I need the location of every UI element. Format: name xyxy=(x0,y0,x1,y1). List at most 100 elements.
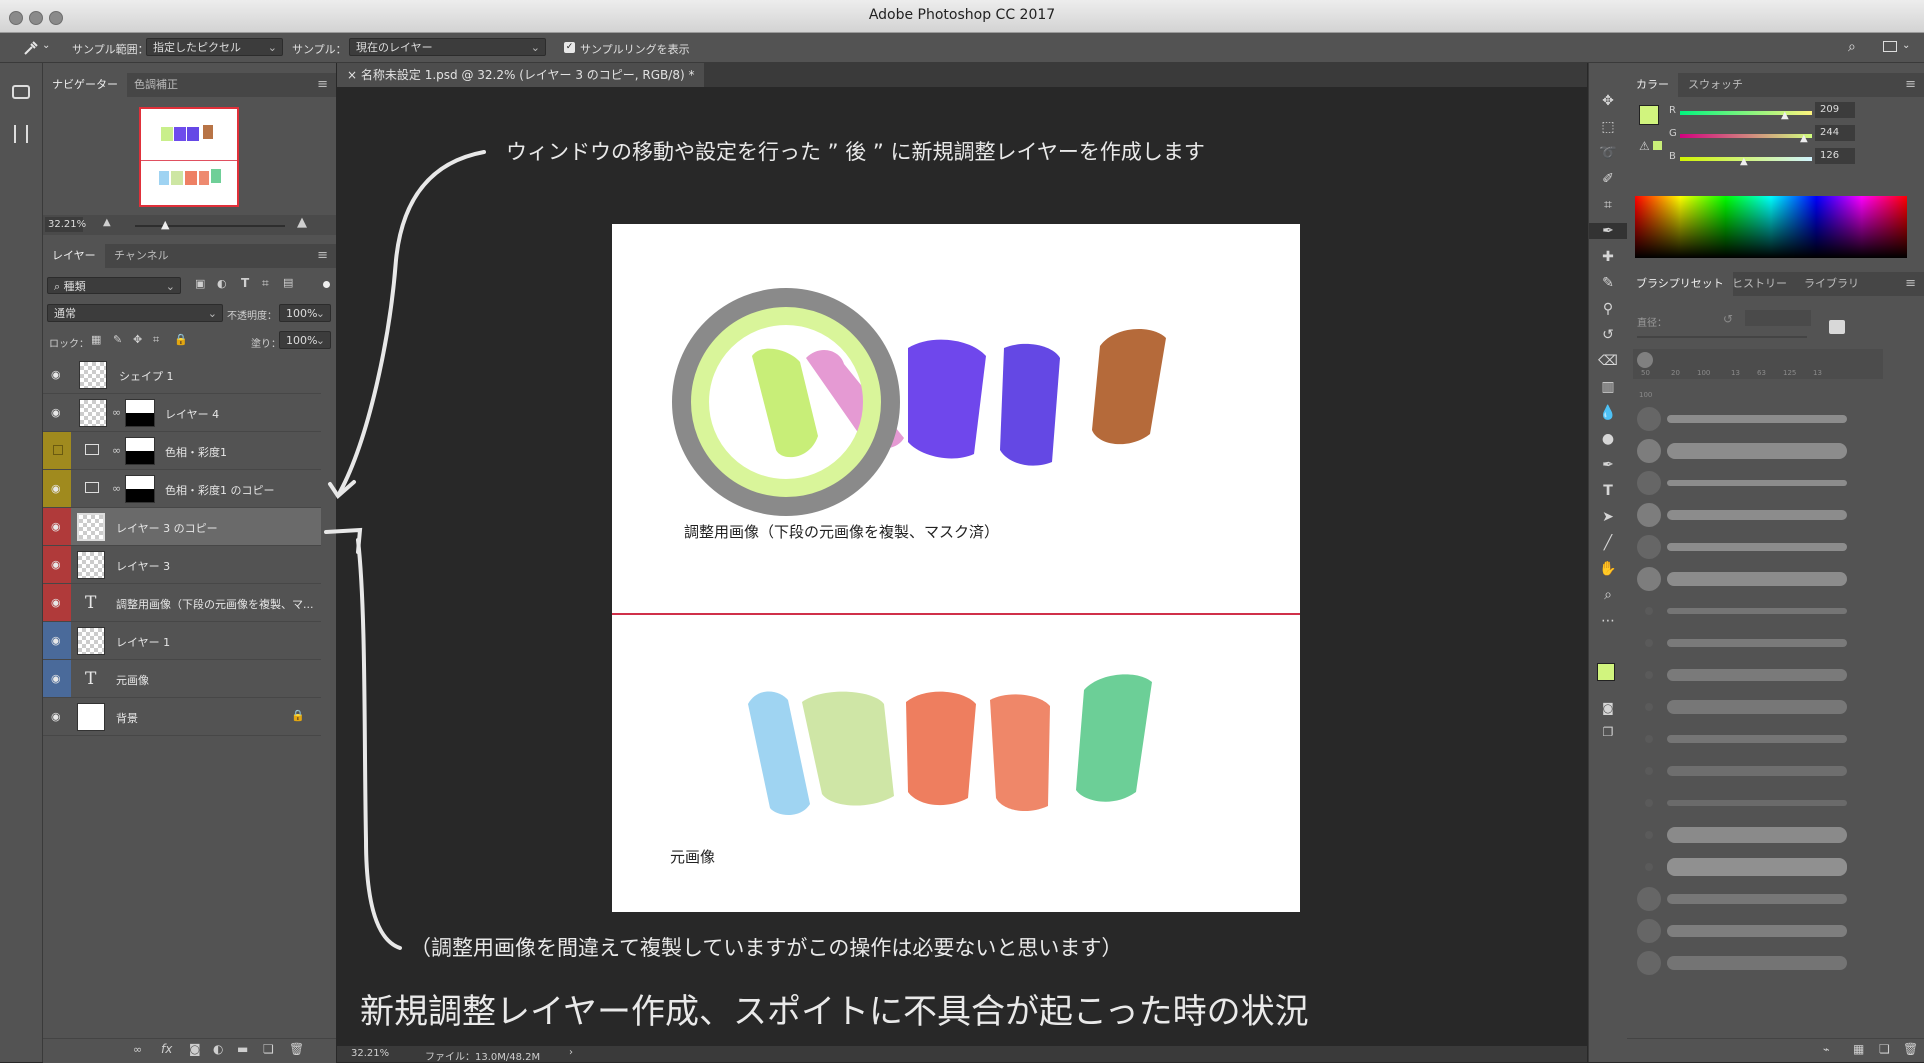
brush-preset-row[interactable] xyxy=(1627,883,1924,915)
tab-color[interactable]: カラー xyxy=(1627,73,1678,97)
tab-libraries[interactable]: ライブラリ xyxy=(1795,272,1868,296)
panel-menu-icon[interactable]: ≡ xyxy=(317,77,328,92)
sample-select[interactable]: 現在のレイヤー ⌄ xyxy=(349,38,546,56)
b-slider-thumb[interactable]: ▲ xyxy=(1740,156,1748,167)
blend-mode-select[interactable]: 通常 ⌄ xyxy=(47,304,223,322)
blur-tool-icon[interactable]: 💧 xyxy=(1589,405,1627,421)
g-slider[interactable] xyxy=(1680,134,1812,138)
visibility-eye-icon[interactable]: ◉ xyxy=(51,406,61,419)
r-value[interactable]: 209 xyxy=(1815,102,1855,118)
link-chain-icon[interactable]: ∞ xyxy=(112,406,121,419)
filter-type-icon[interactable]: T xyxy=(241,276,249,290)
quick-select-tool-icon[interactable]: ✐ xyxy=(1589,171,1627,187)
g-slider-thumb[interactable]: ▲ xyxy=(1800,133,1808,144)
filter-adjustment-icon[interactable]: ◐ xyxy=(217,277,227,290)
trash-icon[interactable]: 🗑 xyxy=(1903,1042,1918,1056)
new-brush-icon[interactable]: ❏ xyxy=(1879,1042,1890,1056)
r-slider-thumb[interactable]: ▲ xyxy=(1781,110,1789,121)
layer-row-layer3[interactable]: ◉ レイヤー 3 xyxy=(43,546,321,584)
zoom-slider-thumb[interactable]: ▲ xyxy=(161,218,169,231)
crop-tool-icon[interactable]: ⌗ xyxy=(1589,197,1627,213)
diameter-field[interactable] xyxy=(1745,310,1811,326)
eyedropper-tool-icon[interactable]: ✒ xyxy=(1589,223,1627,239)
layer-mask-thumbnail[interactable] xyxy=(125,399,155,427)
marquee-tool-icon[interactable]: ⬚ xyxy=(1589,119,1627,135)
link-chain-icon[interactable]: ∞ xyxy=(112,444,121,457)
visibility-eye-icon[interactable]: ◉ xyxy=(51,634,61,647)
diameter-slider[interactable] xyxy=(1637,336,1807,338)
chevron-right-icon[interactable]: › xyxy=(569,1047,573,1058)
brush-preset-row[interactable] xyxy=(1627,563,1924,595)
document-canvas[interactable]: 調整用画像（下段の元画像を複製、マスク済） 元画像 xyxy=(612,224,1300,912)
move-tool-icon[interactable]: ✥ xyxy=(1589,93,1627,109)
tab-channels[interactable]: チャンネル xyxy=(105,244,178,268)
adjustment-layer-icon[interactable]: ◐ xyxy=(213,1042,223,1056)
brush-preset-row[interactable] xyxy=(1627,755,1924,787)
brush-preset-row[interactable] xyxy=(1627,403,1924,435)
visibility-eye-icon[interactable]: ◉ xyxy=(51,710,61,723)
color-spectrum[interactable] xyxy=(1635,196,1907,258)
zoom-out-icon[interactable]: ▲ xyxy=(103,217,111,228)
quick-mask-icon[interactable]: ◙ xyxy=(1589,701,1627,715)
brush-tip[interactable] xyxy=(1637,352,1653,368)
layer-mask-thumbnail[interactable] xyxy=(125,437,155,465)
layer-mask-thumbnail[interactable] xyxy=(125,475,155,503)
brush-preset-row[interactable] xyxy=(1627,659,1924,691)
type-tool-icon[interactable]: T xyxy=(1589,483,1627,499)
brush-preset-row[interactable] xyxy=(1627,595,1924,627)
gradient-tool-icon[interactable]: ▥ xyxy=(1589,379,1627,395)
layer-row-layer1[interactable]: ◉ レイヤー 1 xyxy=(43,622,321,660)
link-layers-icon[interactable]: ∞ xyxy=(133,1043,142,1056)
workspace-icon[interactable] xyxy=(1883,41,1897,52)
layer-row-shape1[interactable]: ◉ シェイプ 1 xyxy=(43,356,321,394)
g-value[interactable]: 244 xyxy=(1815,125,1855,141)
visibility-eye-icon[interactable]: ◉ xyxy=(51,520,61,533)
tab-layers[interactable]: レイヤー xyxy=(43,244,105,268)
layer-row-hue-sat1-copy[interactable]: ◉ ∞ 色相・彩度1 のコピー xyxy=(43,470,321,508)
brush-preset-row[interactable] xyxy=(1627,435,1924,467)
pen-tool-icon[interactable]: ✒ xyxy=(1589,457,1627,473)
reset-icon[interactable]: ↺ xyxy=(1723,312,1733,326)
chevron-down-icon[interactable]: ⌄ xyxy=(42,40,50,51)
layer-row-adjust-text[interactable]: ◉ T 調整用画像（下段の元画像を複製、マ... xyxy=(43,584,321,622)
brush-preset-row[interactable] xyxy=(1627,691,1924,723)
tab-navigator[interactable]: ナビゲーター xyxy=(43,73,127,97)
lock-paint-icon[interactable]: ✎ xyxy=(113,333,122,346)
color-foreground-swatch[interactable] xyxy=(1639,105,1659,125)
visibility-eye-icon[interactable]: ◉ xyxy=(51,596,61,609)
history-brush-tool-icon[interactable]: ↺ xyxy=(1589,327,1627,343)
lock-all-icon[interactable]: 🔒 xyxy=(174,333,188,346)
more-tools-icon[interactable]: ⋯ xyxy=(1589,613,1627,629)
brush-preset-row[interactable] xyxy=(1627,531,1924,563)
brush-preset-row[interactable] xyxy=(1627,787,1924,819)
zoom-in-icon[interactable]: ▲ xyxy=(297,215,307,230)
layer-row-background[interactable]: ◉ 背景 🔒 xyxy=(43,698,321,736)
hidden-visibility-box[interactable] xyxy=(53,445,63,455)
visibility-eye-icon[interactable]: ◉ xyxy=(51,558,61,571)
usb-panel-icon[interactable] xyxy=(14,125,28,143)
brush-panel-toggle-icon[interactable]: ⌁ xyxy=(1823,1043,1830,1056)
trash-icon[interactable]: 🗑 xyxy=(289,1042,304,1056)
lock-artboard-icon[interactable]: ⌗ xyxy=(153,333,159,347)
fx-icon[interactable]: fx xyxy=(161,1042,172,1056)
new-preset-icon[interactable] xyxy=(1829,320,1845,334)
gamut-swatch[interactable] xyxy=(1653,141,1662,150)
brush-preset-row[interactable] xyxy=(1627,819,1924,851)
line-tool-icon[interactable]: ╱ xyxy=(1589,535,1627,551)
brush-preset-row[interactable] xyxy=(1627,947,1924,979)
zoom-slider-track[interactable] xyxy=(135,225,285,227)
zoom-tool-icon[interactable]: ⌕ xyxy=(1589,587,1627,603)
layer-filter-select[interactable]: ⌕ 種類 ⌄ xyxy=(47,277,181,294)
status-zoom[interactable]: 32.21% xyxy=(351,1048,389,1059)
screen-mode-icon[interactable]: ❐ xyxy=(1589,725,1627,739)
search-icon[interactable]: ⌕ xyxy=(1848,39,1856,55)
navigator-thumbnail[interactable] xyxy=(139,107,239,207)
chevron-down-icon[interactable]: ⌄ xyxy=(1902,40,1910,51)
eraser-tool-icon[interactable]: ⌫ xyxy=(1589,353,1627,369)
add-mask-icon[interactable]: ◙ xyxy=(189,1042,201,1056)
b-value[interactable]: 126 xyxy=(1815,148,1855,164)
tab-swatches[interactable]: スウォッチ xyxy=(1679,73,1752,97)
lock-transparent-icon[interactable]: ▦ xyxy=(91,333,101,346)
brush-preset-row[interactable] xyxy=(1627,499,1924,531)
panel-menu-icon[interactable]: ≡ xyxy=(1905,276,1916,291)
